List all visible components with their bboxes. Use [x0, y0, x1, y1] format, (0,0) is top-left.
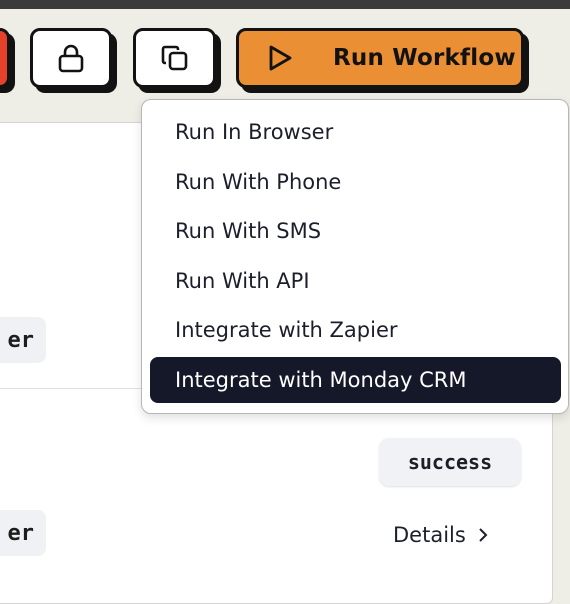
- menu-item-integrate-monday-crm[interactable]: Integrate with Monday CRM: [150, 357, 561, 403]
- status-badge: success: [379, 438, 521, 486]
- run-workflow-button[interactable]: Run Workflow: [236, 28, 524, 88]
- details-link[interactable]: Details: [393, 518, 488, 552]
- run-workflow-label: Run Workflow: [333, 45, 516, 71]
- lock-button[interactable]: [30, 28, 112, 88]
- menu-item-run-with-api[interactable]: Run With API: [150, 258, 561, 304]
- lock-icon: [58, 44, 84, 73]
- chevron-right-icon: [479, 528, 488, 542]
- menu-item-run-with-phone[interactable]: Run With Phone: [150, 159, 561, 205]
- menu-item-integrate-zapier[interactable]: Integrate with Zapier: [150, 307, 561, 353]
- trigger-chip: er: [0, 510, 46, 556]
- details-label: Details: [393, 523, 466, 547]
- play-icon: [269, 45, 292, 71]
- menu-item-run-with-sms[interactable]: Run With SMS: [150, 208, 561, 254]
- menu-item-run-in-browser[interactable]: Run In Browser: [150, 109, 561, 155]
- duplicate-button[interactable]: [133, 28, 216, 88]
- run-options-menu: Run In Browser Run With Phone Run With S…: [141, 99, 569, 414]
- copy-icon: [161, 45, 187, 71]
- trigger-chip: er: [0, 317, 46, 363]
- window-top-bar: [0, 0, 570, 9]
- delete-button[interactable]: [0, 28, 10, 88]
